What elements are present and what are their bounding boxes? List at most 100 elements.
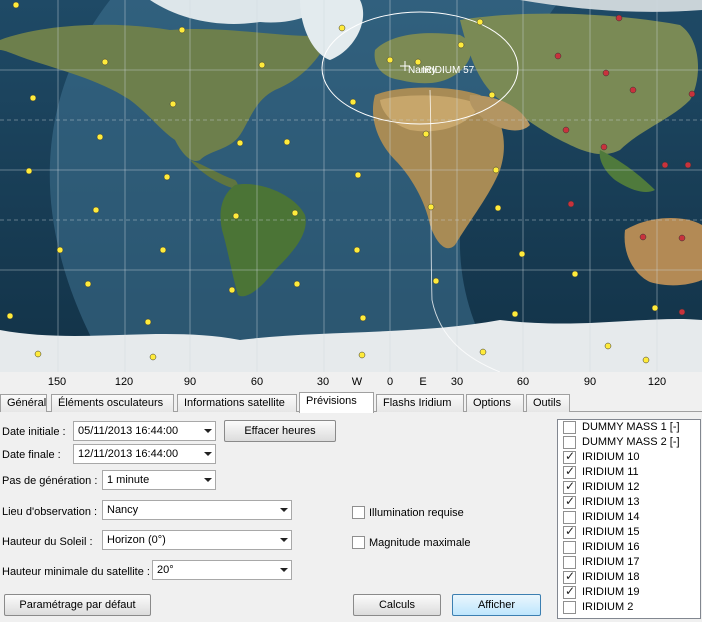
- satellite-list-item[interactable]: IRIDIUM 18: [558, 569, 700, 585]
- satellite-dot[interactable]: [258, 61, 266, 69]
- satellite-dot[interactable]: [163, 173, 171, 181]
- satellite-dot[interactable]: [651, 304, 659, 312]
- magnitude-checkbox[interactable]: [352, 536, 365, 549]
- tab-options[interactable]: Options: [466, 394, 524, 412]
- satellite-dot[interactable]: [144, 318, 152, 326]
- satellite-list-item[interactable]: IRIDIUM 17: [558, 555, 700, 570]
- date-initiale-picker[interactable]: 05/11/2013 16:44:00: [73, 421, 216, 441]
- satellite-dot-eclipsed[interactable]: [602, 69, 610, 77]
- satellite-dot[interactable]: [159, 246, 167, 254]
- satellite-checkbox[interactable]: [563, 421, 576, 434]
- satellite-dot-eclipsed[interactable]: [629, 86, 637, 94]
- satellite-checkbox[interactable]: [563, 524, 576, 539]
- satellite-dot[interactable]: [386, 56, 394, 64]
- satellite-dot[interactable]: [56, 246, 64, 254]
- hauteur-minimale-select[interactable]: 20°: [152, 560, 292, 580]
- satellite-dot[interactable]: [12, 1, 20, 9]
- satellite-dot[interactable]: [169, 100, 177, 108]
- satellite-dot-eclipsed[interactable]: [661, 161, 669, 169]
- satellite-dot[interactable]: [178, 26, 186, 34]
- satellite-dot[interactable]: [518, 250, 526, 258]
- satellite-dot-eclipsed[interactable]: [567, 200, 575, 208]
- satellite-dot-eclipsed[interactable]: [684, 161, 692, 169]
- illumination-checkbox[interactable]: [352, 506, 365, 519]
- satellite-checkbox[interactable]: [563, 464, 576, 479]
- satellite-dot[interactable]: [432, 277, 440, 285]
- satellite-list-item[interactable]: DUMMY MASS 1 [-]: [558, 420, 700, 435]
- satellite-dot[interactable]: [349, 98, 357, 106]
- satellite-checkbox[interactable]: [563, 511, 576, 524]
- tab-flashs-iridium[interactable]: Flashs Iridium: [376, 394, 464, 412]
- satellite-dot[interactable]: [476, 18, 484, 26]
- satellite-dot[interactable]: [236, 139, 244, 147]
- satellite-dot[interactable]: [25, 167, 33, 175]
- satellite-dot[interactable]: [642, 356, 650, 364]
- tab-elements-osculateurs[interactable]: Éléments osculateurs: [51, 394, 174, 412]
- date-finale-picker[interactable]: 12/11/2013 16:44:00: [73, 444, 216, 464]
- satellite-checkbox[interactable]: [563, 556, 576, 569]
- satellite-dot[interactable]: [84, 280, 92, 288]
- satellite-checkbox[interactable]: [563, 569, 576, 584]
- tab-outils[interactable]: Outils: [526, 394, 570, 412]
- satellite-list[interactable]: DUMMY MASS 1 [-] DUMMY MASS 2 [-] IRIDIUM …: [557, 419, 701, 619]
- satellite-dot[interactable]: [6, 312, 14, 320]
- satellite-dot[interactable]: [29, 94, 37, 102]
- satellite-dot[interactable]: [492, 166, 500, 174]
- satellite-dot-eclipsed[interactable]: [688, 90, 696, 98]
- satellite-list-item[interactable]: IRIDIUM 11: [558, 464, 700, 480]
- satellite-dot[interactable]: [604, 342, 612, 350]
- satellite-dot[interactable]: [479, 348, 487, 356]
- satellite-dot[interactable]: [34, 350, 42, 358]
- lieu-observation-select[interactable]: Nancy: [102, 500, 292, 520]
- pas-generation-select[interactable]: 1 minute: [102, 470, 216, 490]
- satellite-checkbox[interactable]: [563, 494, 576, 509]
- satellite-dot[interactable]: [571, 270, 579, 278]
- satellite-dot-eclipsed[interactable]: [678, 308, 686, 316]
- satellite-dot[interactable]: [511, 310, 519, 318]
- tab-general[interactable]: Général: [0, 394, 47, 412]
- satellite-checkbox[interactable]: [563, 436, 576, 449]
- satellite-list-item[interactable]: IRIDIUM 16: [558, 540, 700, 555]
- effacer-heures-button[interactable]: Effacer heures: [224, 420, 336, 442]
- satellite-dot[interactable]: [283, 138, 291, 146]
- satellite-dot[interactable]: [149, 353, 157, 361]
- satellite-dot[interactable]: [359, 314, 367, 322]
- satellite-dot[interactable]: [358, 351, 366, 359]
- satellite-checkbox[interactable]: [563, 479, 576, 494]
- satellite-list-item[interactable]: IRIDIUM 19: [558, 584, 700, 600]
- satellite-dot[interactable]: [494, 204, 502, 212]
- satellite-dot[interactable]: [457, 41, 465, 49]
- satellite-dot[interactable]: [101, 58, 109, 66]
- satellite-dot-eclipsed[interactable]: [600, 143, 608, 151]
- satellite-dot[interactable]: [422, 130, 430, 138]
- satellite-list-item[interactable]: IRIDIUM 12: [558, 479, 700, 495]
- satellite-dot-eclipsed[interactable]: [615, 14, 623, 22]
- satellite-dot-eclipsed[interactable]: [639, 233, 647, 241]
- satellite-checkbox[interactable]: [563, 541, 576, 554]
- satellite-dot[interactable]: [488, 91, 496, 99]
- tab-informations-satellite[interactable]: Informations satellite: [177, 394, 297, 412]
- hauteur-soleil-select[interactable]: Horizon (0°): [102, 530, 292, 550]
- satellite-list-item[interactable]: IRIDIUM 10: [558, 449, 700, 465]
- tab-previsions[interactable]: Prévisions: [299, 392, 374, 413]
- world-map[interactable]: Nancy IRIDIUM 57: [0, 0, 702, 372]
- satellite-checkbox[interactable]: [563, 584, 576, 599]
- satellite-dot[interactable]: [232, 212, 240, 220]
- calculs-button[interactable]: Calculs: [353, 594, 441, 616]
- satellite-dot[interactable]: [338, 24, 346, 32]
- satellite-list-item[interactable]: IRIDIUM 14: [558, 510, 700, 525]
- satellite-dot-eclipsed[interactable]: [554, 52, 562, 60]
- satellite-list-item[interactable]: IRIDIUM 15: [558, 524, 700, 540]
- satellite-list-item[interactable]: DUMMY MASS 2 [-]: [558, 435, 700, 450]
- afficher-button[interactable]: Afficher: [452, 594, 541, 616]
- satellite-checkbox[interactable]: [563, 601, 576, 614]
- satellite-dot[interactable]: [353, 246, 361, 254]
- satellite-dot[interactable]: [291, 209, 299, 217]
- satellite-dot[interactable]: [427, 203, 435, 211]
- satellite-list-item[interactable]: IRIDIUM 13: [558, 494, 700, 510]
- satellite-dot[interactable]: [96, 133, 104, 141]
- satellite-checkbox[interactable]: [563, 449, 576, 464]
- satellite-dot[interactable]: [228, 286, 236, 294]
- satellite-list-item[interactable]: IRIDIUM 2: [558, 600, 700, 615]
- satellite-dot[interactable]: [293, 280, 301, 288]
